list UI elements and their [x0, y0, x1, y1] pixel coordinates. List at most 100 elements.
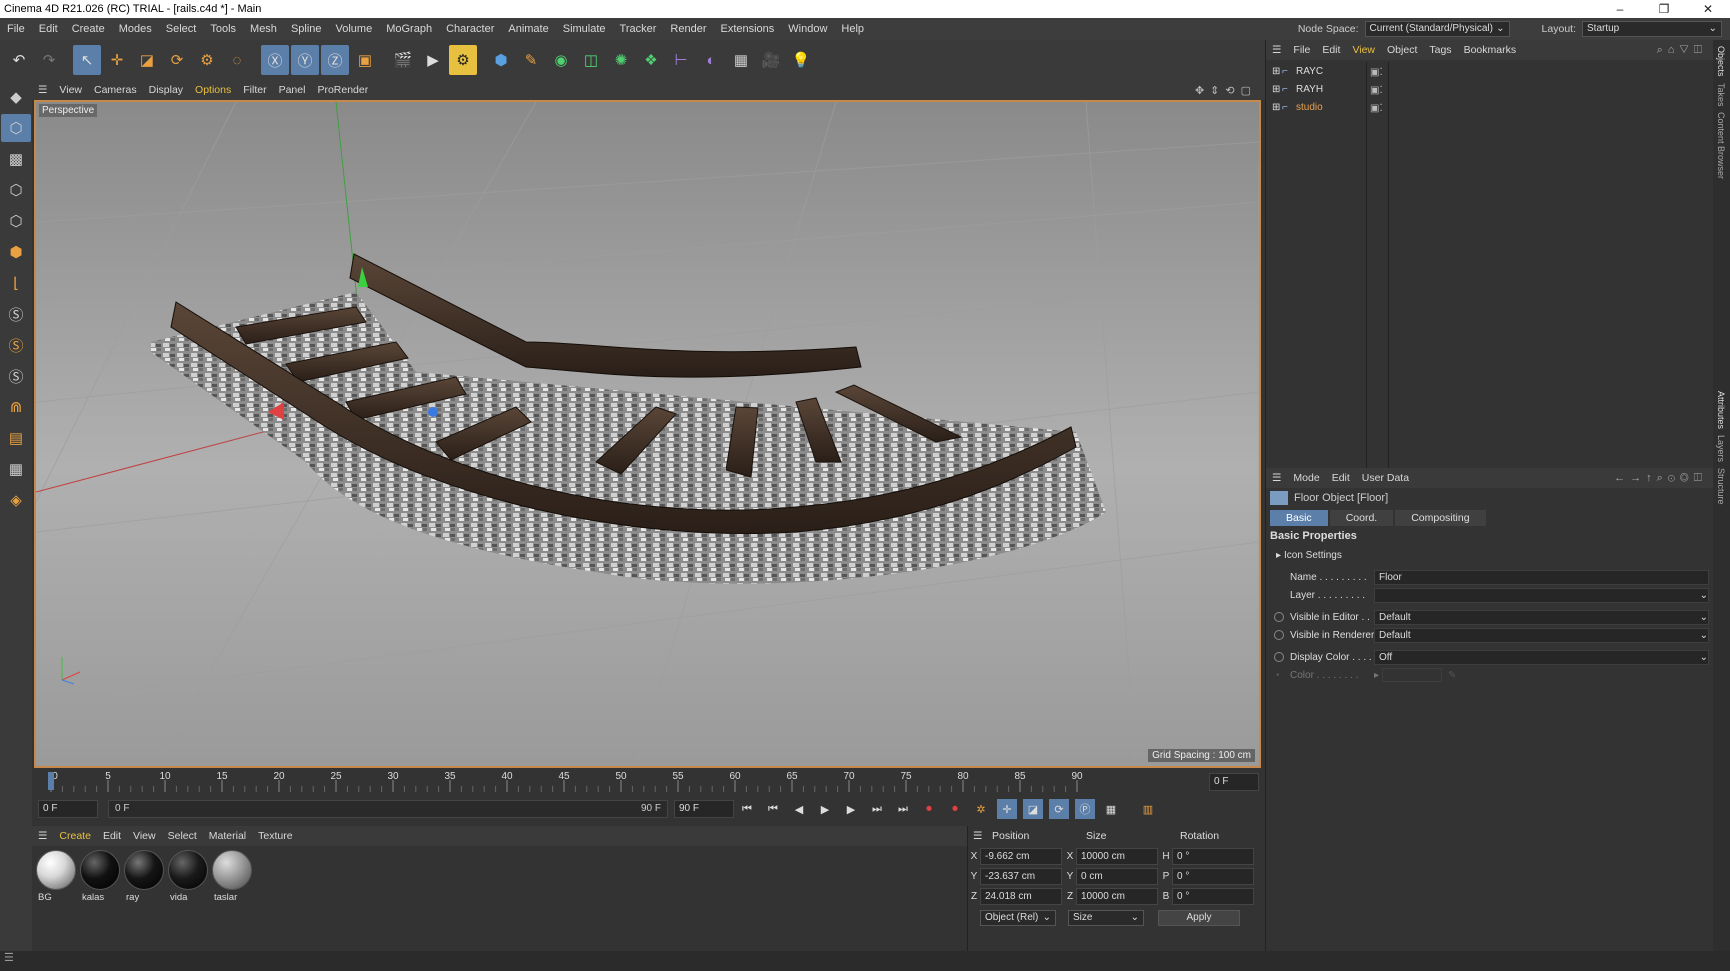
rotation-h-field[interactable]: 0 ° — [1172, 847, 1254, 865]
viewport-nav-icons[interactable]: ✥⇕⟲▢ — [1195, 84, 1265, 97]
animate-radio-icon[interactable] — [1274, 652, 1284, 662]
live-selection-icon[interactable]: ◌ — [223, 45, 251, 75]
attr-menu-userdata[interactable]: User Data — [1356, 472, 1415, 484]
display-color-select[interactable]: Off ⌄ — [1374, 649, 1709, 665]
edges-mode-icon[interactable]: ⬡ — [1, 207, 31, 235]
mat-menu-material[interactable]: Material — [203, 830, 252, 842]
menu-spline[interactable]: Spline — [284, 23, 329, 35]
menu-character[interactable]: Character — [439, 23, 501, 35]
boole-icon[interactable]: ❖ — [637, 45, 665, 75]
menu-mesh[interactable]: Mesh — [243, 23, 284, 35]
timeline-ruler[interactable]: 0 5 10 15 20 25 30 35 40 45 50 55 60 65 70 75 80 85 90 0 F — [32, 770, 1265, 794]
attr-menu-edit[interactable]: Edit — [1326, 472, 1356, 484]
obj-menu-edit[interactable]: Edit — [1316, 44, 1346, 56]
size-mode-select[interactable]: Size ⌄ — [1068, 910, 1144, 926]
color-swatch[interactable] — [1382, 668, 1442, 682]
playhead[interactable] — [48, 772, 54, 790]
mat-menu-create[interactable]: Create — [53, 830, 97, 842]
cube-icon[interactable]: ⬢ — [487, 45, 515, 75]
tab-structure[interactable]: Structure — [1716, 468, 1726, 505]
floor-icon[interactable]: ▦ — [727, 45, 755, 75]
maximize-button[interactable]: ❐ — [1642, 2, 1686, 16]
go-to-end-icon[interactable]: ⏭ — [893, 799, 913, 819]
y-axis-icon[interactable]: Ⓨ — [291, 45, 319, 75]
panel-menu-icon[interactable]: ☰ — [1266, 44, 1287, 56]
make-editable-icon[interactable]: ◆ — [1, 83, 31, 111]
next-key-icon[interactable]: ⏭ — [867, 799, 887, 819]
status-menu-icon[interactable]: ☰ — [0, 952, 14, 964]
coordinate-system-icon[interactable]: ▣ — [351, 45, 379, 75]
menu-edit[interactable]: Edit — [32, 23, 65, 35]
render-settings-icon[interactable]: ⚙ — [449, 45, 477, 75]
vp-menu-view[interactable]: View — [53, 84, 88, 96]
render-picture-viewer-icon[interactable]: ▶ — [419, 45, 447, 75]
close-button[interactable]: ✕ — [1686, 2, 1730, 16]
tab-takes[interactable]: Takes — [1716, 83, 1726, 107]
prev-frame-icon[interactable]: ◀ — [789, 799, 809, 819]
points-mode-icon[interactable]: ⬡ — [1, 176, 31, 204]
go-to-start-icon[interactable]: ⏮ — [737, 799, 757, 819]
deformer-icon[interactable]: ⊢ — [667, 45, 695, 75]
end-frame-field[interactable]: 90 F — [674, 800, 734, 818]
field-icon[interactable]: ◐ — [697, 45, 725, 75]
menu-window[interactable]: Window — [781, 23, 834, 35]
menu-tracker[interactable]: Tracker — [613, 23, 664, 35]
menu-help[interactable]: Help — [834, 23, 871, 35]
layer-field[interactable]: ⌄ — [1374, 587, 1709, 603]
lock-workplane-icon[interactable]: ▦ — [1, 455, 31, 483]
animate-radio-icon[interactable] — [1274, 630, 1284, 640]
play-icon[interactable]: ▶ — [815, 799, 835, 819]
move-icon[interactable]: ✛ — [103, 45, 131, 75]
position-x-field[interactable]: -9.662 cm — [980, 847, 1062, 865]
keyframe-selection-icon[interactable]: ✲ — [971, 799, 991, 819]
next-frame-icon[interactable]: ▶ — [841, 799, 861, 819]
mat-menu-texture[interactable]: Texture — [252, 830, 298, 842]
expand-icon[interactable]: ⊞ — [1272, 84, 1282, 95]
soft-selection-icon[interactable]: ◈ — [1, 486, 31, 514]
menu-select[interactable]: Select — [159, 23, 204, 35]
start-frame-field[interactable]: 0 F — [38, 800, 98, 818]
polygons-mode-icon[interactable]: ⬢ — [1, 238, 31, 266]
panel-menu-icon[interactable]: ☰ — [968, 830, 988, 842]
mat-menu-edit[interactable]: Edit — [97, 830, 127, 842]
menu-tools[interactable]: Tools — [203, 23, 243, 35]
menu-mograph[interactable]: MoGraph — [379, 23, 439, 35]
size-z-field[interactable]: 10000 cm — [1076, 887, 1158, 905]
expand-icon[interactable]: ⊞ — [1272, 102, 1282, 113]
magnet-icon[interactable]: ⋒ — [1, 393, 31, 421]
apply-button[interactable]: Apply — [1158, 910, 1240, 926]
subdivision-icon[interactable]: ◉ — [547, 45, 575, 75]
vp-menu-prorender[interactable]: ProRender — [311, 84, 374, 96]
object-row-rayh[interactable]: ⊞ ⌐ RAYH — [1266, 80, 1366, 98]
tab-attributes[interactable]: Attributes — [1716, 391, 1726, 429]
vp-menu-cameras[interactable]: Cameras — [88, 84, 143, 96]
viewport-perspective[interactable]: Perspective Grid Spacing : 100 cm — [34, 100, 1261, 768]
menu-modes[interactable]: Modes — [112, 23, 159, 35]
tab-objects[interactable]: Objects — [1716, 46, 1726, 77]
obj-menu-view[interactable]: View — [1346, 44, 1381, 56]
attr-menu-mode[interactable]: Mode — [1287, 472, 1325, 484]
prev-key-icon[interactable]: ⏮ — [763, 799, 783, 819]
menu-render[interactable]: Render — [663, 23, 713, 35]
visible-renderer-select[interactable]: Default ⌄ — [1374, 627, 1709, 643]
frame-range-slider[interactable]: 0 F 90 F — [108, 800, 668, 818]
obj-menu-bookmarks[interactable]: Bookmarks — [1458, 44, 1523, 56]
object-row-studio[interactable]: ⊞ ⌐ studio — [1266, 98, 1366, 116]
panel-menu-icon[interactable]: ☰ — [32, 84, 53, 96]
light-icon[interactable]: 💡 — [787, 45, 815, 75]
snap-icon[interactable]: Ⓢ — [1, 300, 31, 328]
vp-menu-options[interactable]: Options — [189, 84, 237, 96]
menu-animate[interactable]: Animate — [501, 23, 555, 35]
visible-editor-select[interactable]: Default ⌄ — [1374, 609, 1709, 625]
timeline-layout-icon[interactable]: ▥ — [1138, 799, 1158, 819]
rotation-b-field[interactable]: 0 ° — [1172, 887, 1254, 905]
obj-menu-object[interactable]: Object — [1381, 44, 1423, 56]
tab-coord[interactable]: Coord. — [1329, 510, 1394, 526]
key-position-icon[interactable]: ✛ — [997, 799, 1017, 819]
render-view-icon[interactable]: 🎬 — [389, 45, 417, 75]
name-field[interactable]: Floor — [1374, 569, 1709, 585]
tab-content-browser[interactable]: Content Browser — [1716, 112, 1726, 179]
redo-icon[interactable]: ↷ — [35, 45, 63, 75]
menu-extensions[interactable]: Extensions — [713, 23, 781, 35]
z-axis-icon[interactable]: Ⓩ — [321, 45, 349, 75]
